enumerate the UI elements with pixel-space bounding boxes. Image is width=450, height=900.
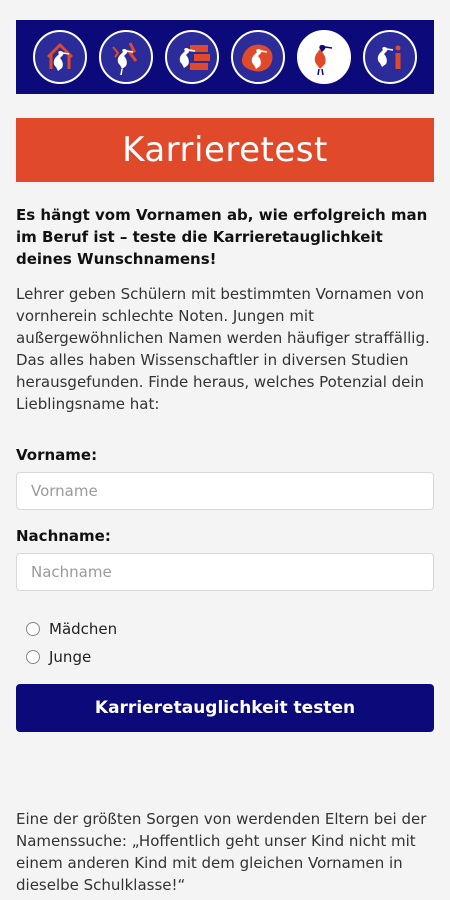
- firstname-input[interactable]: [16, 472, 434, 510]
- radio-label: Junge: [49, 648, 92, 666]
- firstname-label: Vorname:: [16, 446, 98, 464]
- stork-broken-icon[interactable]: [99, 30, 153, 84]
- gender-option-junge[interactable]: Junge: [26, 648, 91, 666]
- stork-wall-icon[interactable]: [165, 30, 219, 84]
- intro-text: Lehrer geben Schülern mit bestimmten Vor…: [16, 285, 430, 413]
- lead-text: Es hängt vom Vornamen ab, wie erfolgreic…: [16, 206, 428, 268]
- page: Karrieretest Es hängt vom Vornamen ab, w…: [0, 0, 450, 900]
- page-title: Karrieretest: [16, 118, 434, 182]
- radio-label: Mädchen: [49, 620, 118, 638]
- radio-button[interactable]: [26, 650, 40, 664]
- footer-text: Eine der größten Sorgen von werdenden El…: [16, 810, 427, 894]
- test-career-button[interactable]: Karrieretauglichkeit testen: [16, 684, 434, 732]
- stork-map-icon[interactable]: [231, 30, 285, 84]
- radio-button[interactable]: [26, 622, 40, 636]
- lastname-label: Nachname:: [16, 527, 111, 545]
- stork-red-icon[interactable]: [297, 30, 351, 84]
- category-icon-bar: [16, 20, 434, 94]
- gender-option-maedchen[interactable]: Mädchen: [26, 620, 117, 638]
- stork-info-icon[interactable]: [363, 30, 417, 84]
- lastname-input[interactable]: [16, 553, 434, 591]
- stork-house-icon[interactable]: [33, 30, 87, 84]
